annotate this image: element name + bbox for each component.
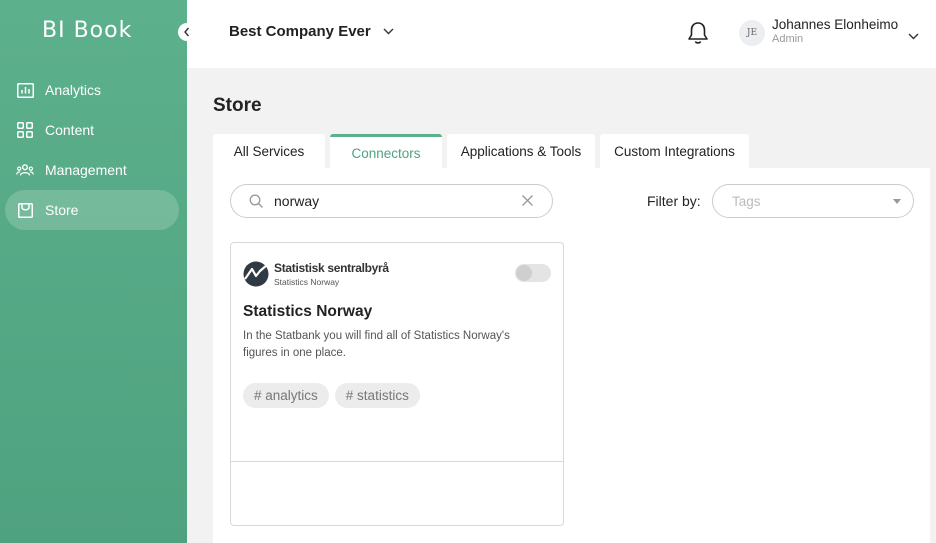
notifications-button[interactable] [687,21,709,50]
caret-down-icon [893,199,901,204]
sidebar-item-label: Content [45,122,95,138]
tags-placeholder: Tags [732,194,761,209]
toggle-knob [516,265,532,281]
card-divider [231,461,563,462]
grid-icon [16,121,34,139]
tab-all-services[interactable]: All Services [213,134,325,168]
top-header: Best Company Ever JE Johannes Elonheimo … [187,0,936,68]
user-name: Johannes Elonheimo [772,17,899,32]
sidebar-item-analytics[interactable]: Analytics [5,70,179,110]
sidebar: BI Book Analytics Content Management Sto… [0,0,187,543]
app-logo[interactable]: BI Book [42,18,132,43]
card-description: In the Statbank you will find all of Sta… [243,330,510,359]
chevron-left-icon [184,27,190,37]
tab-custom-integrations[interactable]: Custom Integrations [600,134,749,168]
store-icon [16,201,34,219]
chevron-down-icon [908,33,919,40]
connector-toggle[interactable] [515,264,551,282]
user-role: Admin [772,33,804,45]
user-menu-toggle[interactable] [908,27,919,45]
company-selector[interactable]: Best Company Ever [229,23,394,40]
search-box [230,184,553,218]
sidebar-item-management[interactable]: Management [5,150,179,190]
brand-subtitle: Statistics Norway [274,277,340,287]
search-input[interactable] [274,193,514,209]
brand-name: Statistisk sentralbyrå [274,261,389,275]
close-icon [522,195,533,206]
chart-icon [16,81,34,99]
search-icon [249,194,264,209]
avatar[interactable]: JE [739,20,765,46]
sidebar-item-content[interactable]: Content [5,110,179,150]
company-name: Best Company Ever [229,23,371,40]
filter-label: Filter by: [647,193,701,209]
sidebar-collapse-button[interactable] [178,23,196,41]
sidebar-item-label: Management [45,162,127,178]
sidebar-item-label: Analytics [45,82,102,98]
tag-analytics[interactable]: # analytics [243,383,329,408]
tab-connectors[interactable]: Connectors [330,134,442,168]
card-title: Statistics Norway [243,303,373,320]
ssb-logo-icon [243,261,269,287]
card-tags: # analytics # statistics [243,383,426,408]
sidebar-item-label: Store [45,202,79,218]
bell-icon [688,22,708,44]
page-title: Store [213,95,262,116]
user-menu[interactable]: Johannes Elonheimo Admin [772,17,898,45]
chevron-down-icon [383,28,394,35]
clear-search-button[interactable] [521,194,534,212]
store-tabs: All Services Connectors Applications & T… [213,134,754,168]
tag-statistics[interactable]: # statistics [334,383,420,408]
brand-logo: Statistisk sentralbyrå Statistics Norway [243,257,389,291]
sidebar-item-store[interactable]: Store [5,190,179,230]
connector-card[interactable]: Statistisk sentralbyrå Statistics Norway… [230,242,564,526]
sidebar-nav: Analytics Content Management Store [5,70,179,230]
tab-applications-tools[interactable]: Applications & Tools [447,134,595,168]
tags-select[interactable]: Tags [712,184,914,218]
users-icon [16,161,34,179]
